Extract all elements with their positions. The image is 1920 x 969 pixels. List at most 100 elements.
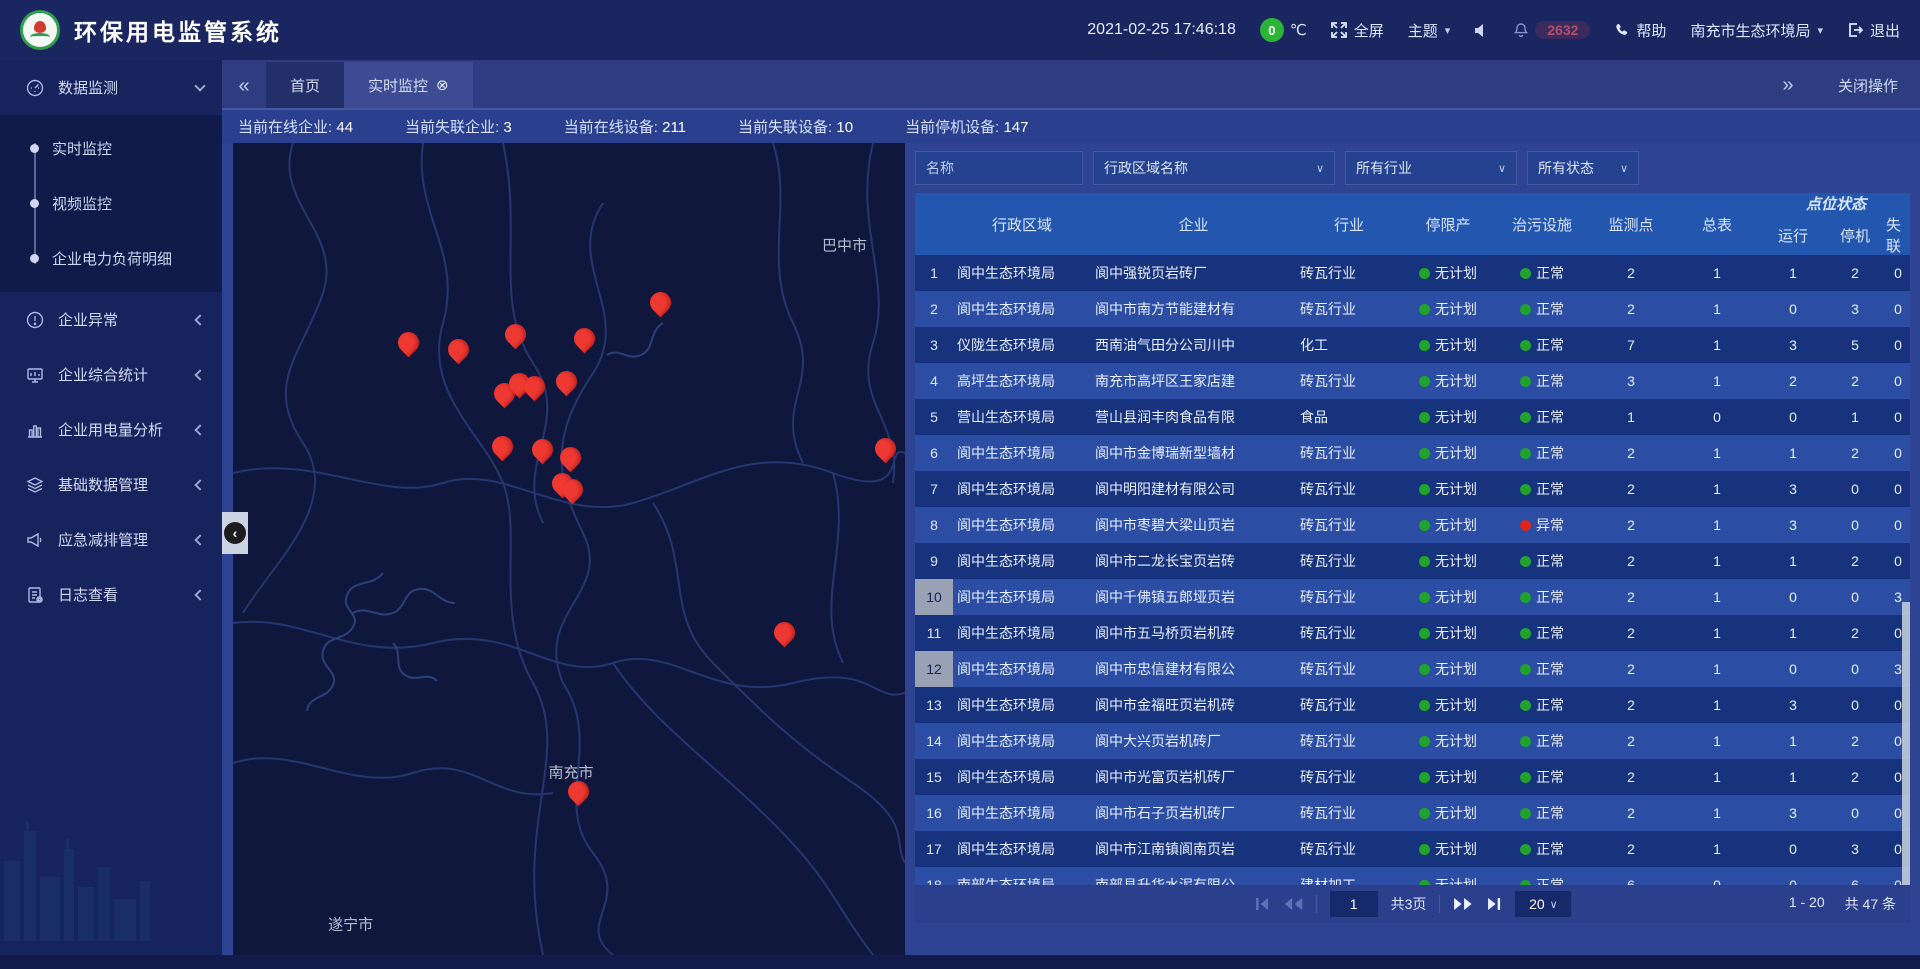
region-cell: 阆中生态环境局 xyxy=(953,507,1091,543)
monitor-points-cell: 2 xyxy=(1590,615,1672,651)
company-cell: 阆中市石子页岩机砖厂 xyxy=(1091,795,1296,831)
prev-page-button[interactable] xyxy=(1283,897,1303,911)
app-title: 环保用电监管系统 xyxy=(74,13,282,47)
last-page-icon xyxy=(1486,897,1502,911)
limit-status-text: 无计划 xyxy=(1435,659,1477,679)
table-row[interactable]: 11阆中生态环境局阆中市五马桥页岩机砖砖瓦行业无计划正常21120 xyxy=(915,615,1910,651)
stopped-cell: 6 xyxy=(1824,867,1886,885)
page-size-select[interactable]: 20 ∨ xyxy=(1515,891,1571,917)
pager-divider xyxy=(1316,895,1317,913)
last-page-button[interactable] xyxy=(1486,897,1502,911)
first-page-button[interactable] xyxy=(1254,897,1270,911)
table-scrollbar-thumb[interactable] xyxy=(1902,602,1910,886)
stopped-cell: 0 xyxy=(1824,579,1886,615)
limit-status-text: 无计划 xyxy=(1435,623,1477,643)
table-row[interactable]: 16阆中生态环境局阆中市石子页岩机砖厂砖瓦行业无计划正常21300 xyxy=(915,795,1910,831)
limit-status-text: 无计划 xyxy=(1435,371,1477,391)
industry-filter-select[interactable]: 所有行业 ∨ xyxy=(1345,151,1517,185)
sidebar-subitem-1[interactable]: 视频监控 xyxy=(0,176,222,231)
sidebar-item-3[interactable]: 企业用电量分析 xyxy=(0,402,222,457)
tabs-scroll-left-icon[interactable]: « xyxy=(222,64,266,108)
sidebar-item-5[interactable]: 应急减排管理 xyxy=(0,512,222,567)
notification-bell[interactable]: 2632 xyxy=(1513,21,1590,39)
table-row[interactable]: 13阆中生态环境局阆中市金福旺页岩机砖砖瓦行业无计划正常21300 xyxy=(915,687,1910,723)
company-cell: 阆中千佛镇五郎垭页岩 xyxy=(1091,579,1296,615)
stopped-cell: 3 xyxy=(1824,831,1886,867)
sidebar-item-1[interactable]: 企业异常 xyxy=(0,292,222,347)
gauge-icon xyxy=(26,79,44,97)
company-cell: 阆中市江南镇阆南页岩 xyxy=(1091,831,1296,867)
prev-page-icon xyxy=(1283,897,1303,911)
company-cell: 阆中市二龙长宝页岩砖 xyxy=(1091,543,1296,579)
table-row[interactable]: 15阆中生态环境局阆中市光富页岩机砖厂砖瓦行业无计划正常21120 xyxy=(915,759,1910,795)
limit-status-text: 无计划 xyxy=(1435,515,1477,535)
close-operations-button[interactable]: 关闭操作 xyxy=(1838,75,1898,96)
table-row[interactable]: 17阆中生态环境局阆中市江南镇阆南页岩砖瓦行业无计划正常21030 xyxy=(915,831,1910,867)
table-row[interactable]: 14阆中生态环境局阆中大兴页岩机砖厂砖瓦行业无计划正常21120 xyxy=(915,723,1910,759)
stat-item-3: 当前失联设备10 xyxy=(738,116,853,137)
stopped-cell: 2 xyxy=(1824,435,1886,471)
table-row[interactable]: 7阆中生态环境局阆中明阳建材有限公司砖瓦行业无计划正常21300 xyxy=(915,471,1910,507)
table-row[interactable]: 5营山生态环境局营山县润丰肉食品有限食品无计划正常10010 xyxy=(915,399,1910,435)
page-number-input[interactable] xyxy=(1330,891,1378,917)
sidebar-item-4[interactable]: 基础数据管理 xyxy=(0,457,222,512)
theme-label: 主题 xyxy=(1408,20,1438,41)
tab-close-icon[interactable]: ⊗ xyxy=(436,76,449,94)
status-dot-icon xyxy=(1520,520,1531,531)
tab-0[interactable]: 首页 xyxy=(266,62,344,108)
chevron-down-icon: ▾ xyxy=(1817,24,1823,37)
collapse-map-handle[interactable]: ‹ xyxy=(222,512,248,554)
tabs-scroll-right-icon[interactable]: » xyxy=(1766,63,1810,107)
sidebar-item-2[interactable]: 企业综合统计 xyxy=(0,347,222,402)
table-row[interactable]: 8阆中生态环境局阆中市枣碧大梁山页岩砖瓦行业无计划异常21300 xyxy=(915,507,1910,543)
treatment-status-cell: 异常 xyxy=(1494,507,1590,543)
table-row[interactable]: 2阆中生态环境局阆中市南方节能建材有砖瓦行业无计划正常21030 xyxy=(915,291,1910,327)
tab-1[interactable]: 实时监控⊗ xyxy=(344,62,473,108)
industry-cell: 砖瓦行业 xyxy=(1296,579,1402,615)
sidebar-item-label: 企业异常 xyxy=(58,309,182,330)
sidebar-subitem-2[interactable]: 企业电力负荷明细 xyxy=(0,231,222,286)
status-dot-icon xyxy=(1419,484,1430,495)
table-row[interactable]: 10阆中生态环境局阆中千佛镇五郎垭页岩砖瓦行业无计划正常21003 xyxy=(915,579,1910,615)
table-row[interactable]: 12阆中生态环境局阆中市忠信建材有限公砖瓦行业无计划正常21003 xyxy=(915,651,1910,687)
running-cell: 1 xyxy=(1762,723,1824,759)
table-row[interactable]: 9阆中生态环境局阆中市二龙长宝页岩砖砖瓦行业无计划正常21120 xyxy=(915,543,1910,579)
offline-cell: 0 xyxy=(1886,399,1910,435)
sidebar-item-6[interactable]: 日志查看 xyxy=(0,567,222,622)
status-dot-icon xyxy=(1419,772,1430,783)
monitor-points-cell: 1 xyxy=(1590,399,1672,435)
temperature-value: 0 xyxy=(1260,18,1284,42)
col-header-industry: 行业 xyxy=(1296,193,1402,255)
org-dropdown[interactable]: 南充市生态环境局 ▾ xyxy=(1690,20,1823,41)
logout-button[interactable]: 退出 xyxy=(1847,20,1900,41)
region-filter-select[interactable]: 行政区域名称 ∨ xyxy=(1093,151,1335,185)
treatment-status-text: 正常 xyxy=(1536,695,1564,715)
company-cell: 南充市高坪区王家店建 xyxy=(1091,363,1296,399)
next-page-button[interactable] xyxy=(1453,897,1473,911)
limit-status-cell: 无计划 xyxy=(1402,759,1494,795)
alert-circle-icon xyxy=(26,311,44,329)
stopped-cell: 2 xyxy=(1824,543,1886,579)
industry-cell: 砖瓦行业 xyxy=(1296,759,1402,795)
stat-value: 211 xyxy=(662,119,686,136)
name-filter-input[interactable] xyxy=(915,151,1083,185)
region-cell: 阆中生态环境局 xyxy=(953,723,1091,759)
table-row[interactable]: 6阆中生态环境局阆中市金博瑞新型墙材砖瓦行业无计划正常21120 xyxy=(915,435,1910,471)
status-filter-select[interactable]: 所有状态 ∨ xyxy=(1527,151,1639,185)
fullscreen-button[interactable]: 全屏 xyxy=(1331,20,1384,41)
table-row[interactable]: 4高坪生态环境局南充市高坪区王家店建砖瓦行业无计划正常31220 xyxy=(915,363,1910,399)
phone-icon xyxy=(1614,23,1629,38)
row-number-cell: 18 xyxy=(915,867,953,885)
sidebar-subitem-0[interactable]: 实时监控 xyxy=(0,121,222,176)
limit-status-text: 无计划 xyxy=(1435,335,1477,355)
row-number-cell: 1 xyxy=(915,255,953,291)
theme-dropdown[interactable]: 主题 ▾ xyxy=(1408,20,1451,41)
map-panel[interactable]: 巴中市南充市遂宁市 ‹ xyxy=(233,143,905,955)
table-row[interactable]: 18南部生态环境局南部县升华水泥有限公建材加工无计划正常60060 xyxy=(915,867,1910,885)
mute-button[interactable] xyxy=(1474,23,1489,38)
table-row[interactable]: 3仪陇生态环境局西南油气田分公司川中化工无计划正常71350 xyxy=(915,327,1910,363)
status-dot-icon xyxy=(1520,808,1531,819)
help-button[interactable]: 帮助 xyxy=(1614,20,1666,41)
table-row[interactable]: 1阆中生态环境局阆中强锐页岩砖厂砖瓦行业无计划正常21120 xyxy=(915,255,1910,291)
sidebar-item-0[interactable]: 数据监测 xyxy=(0,60,222,115)
